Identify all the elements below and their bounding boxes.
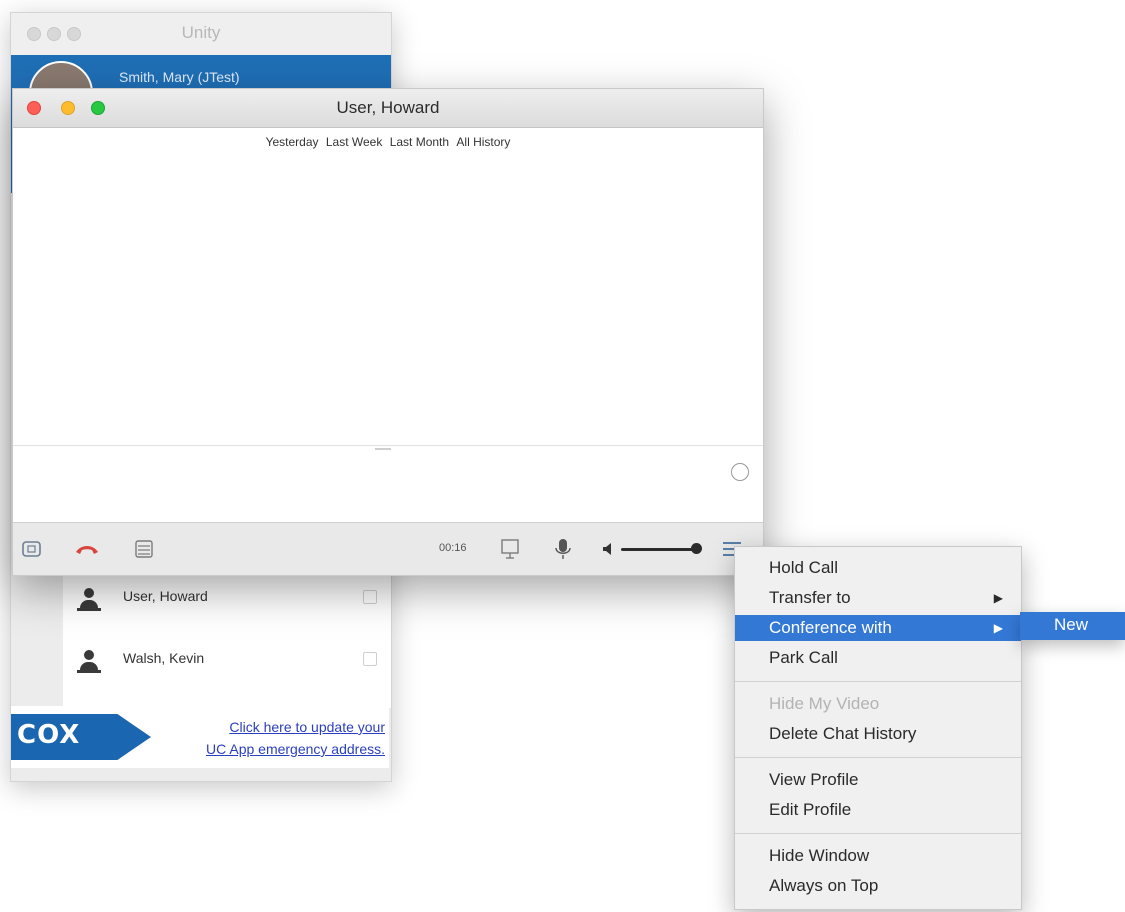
menu-separator <box>735 757 1021 758</box>
video-toggle-icon[interactable] <box>21 537 43 561</box>
hangup-icon[interactable] <box>73 537 101 561</box>
selected-contact-name: Smith, Mary (JTest) <box>119 69 240 85</box>
menu-separator <box>735 833 1021 834</box>
person-icon <box>77 586 101 612</box>
message-input[interactable] <box>13 453 763 521</box>
contact-checkbox[interactable] <box>363 652 377 666</box>
chat-history-pane[interactable] <box>13 127 763 445</box>
submenu-arrow-icon: ▶ <box>993 591 1003 605</box>
splitter-grip[interactable] <box>375 448 391 450</box>
contact-row[interactable]: Walsh, Kevin <box>63 630 391 690</box>
screen-share-icon[interactable] <box>499 537 523 561</box>
emoji-icon[interactable] <box>731 463 749 481</box>
contact-row[interactable]: User, Howard <box>63 568 391 628</box>
menu-item-hold-call[interactable]: Hold Call <box>735 555 1021 581</box>
menu-item-conference-with[interactable]: Conference with ▶ <box>735 615 1021 641</box>
menu-item-transfer-to[interactable]: Transfer to ▶ <box>735 585 1021 611</box>
filter-all-history[interactable]: All History <box>456 135 510 149</box>
cox-logo: COX <box>11 714 151 760</box>
call-toolbar: 00:16 <box>13 522 763 575</box>
menu-item-hide-window[interactable]: Hide Window <box>735 843 1021 869</box>
chat-window: User, Howard Yesterday Last Week Last Mo… <box>12 88 764 576</box>
menu-item-view-profile[interactable]: View Profile <box>735 767 1021 793</box>
dialpad-icon[interactable] <box>133 537 155 561</box>
call-timer: 00:16 <box>439 542 467 554</box>
filter-last-month[interactable]: Last Month <box>390 135 449 149</box>
contact-list: User, Howard Walsh, Kevin <box>63 568 391 708</box>
main-window-title: Unity <box>181 23 221 42</box>
chat-window-title: User, Howard <box>336 98 440 117</box>
conference-submenu: New <box>1020 612 1125 640</box>
contact-checkbox[interactable] <box>363 590 377 604</box>
main-titlebar[interactable]: Unity <box>11 13 391 55</box>
history-filter-bar: Yesterday Last Week Last Month All Histo… <box>13 135 763 149</box>
volume-slider[interactable] <box>621 548 695 551</box>
contact-name: User, Howard <box>123 588 208 604</box>
filter-last-week[interactable]: Last Week <box>326 135 382 149</box>
speaker-icon <box>603 543 611 555</box>
person-icon <box>77 648 101 674</box>
menu-item-always-on-top[interactable]: Always on Top <box>735 873 1021 899</box>
submenu-item-new[interactable]: New <box>1054 615 1088 635</box>
submenu-arrow-icon: ▶ <box>993 621 1003 635</box>
contact-name: Walsh, Kevin <box>123 650 205 666</box>
chat-titlebar[interactable]: User, Howard <box>13 89 763 128</box>
menu-item-hide-my-video: Hide My Video <box>769 694 880 713</box>
microphone-icon[interactable] <box>553 537 573 561</box>
filter-yesterday[interactable]: Yesterday <box>266 135 319 149</box>
menu-separator <box>735 681 1021 682</box>
update-emergency-address-link[interactable]: Click here to update your UC App emergen… <box>151 716 385 760</box>
menu-item-delete-chat-history[interactable]: Delete Chat History <box>735 721 1021 747</box>
emergency-address-banner: COX Click here to update your UC App eme… <box>11 706 389 768</box>
menu-item-park-call[interactable]: Park Call <box>735 645 1021 671</box>
call-context-menu: Hold Call Transfer to ▶ Conference with … <box>734 546 1022 910</box>
volume-slider-knob[interactable] <box>691 543 702 554</box>
menu-item-edit-profile[interactable]: Edit Profile <box>735 797 1021 823</box>
